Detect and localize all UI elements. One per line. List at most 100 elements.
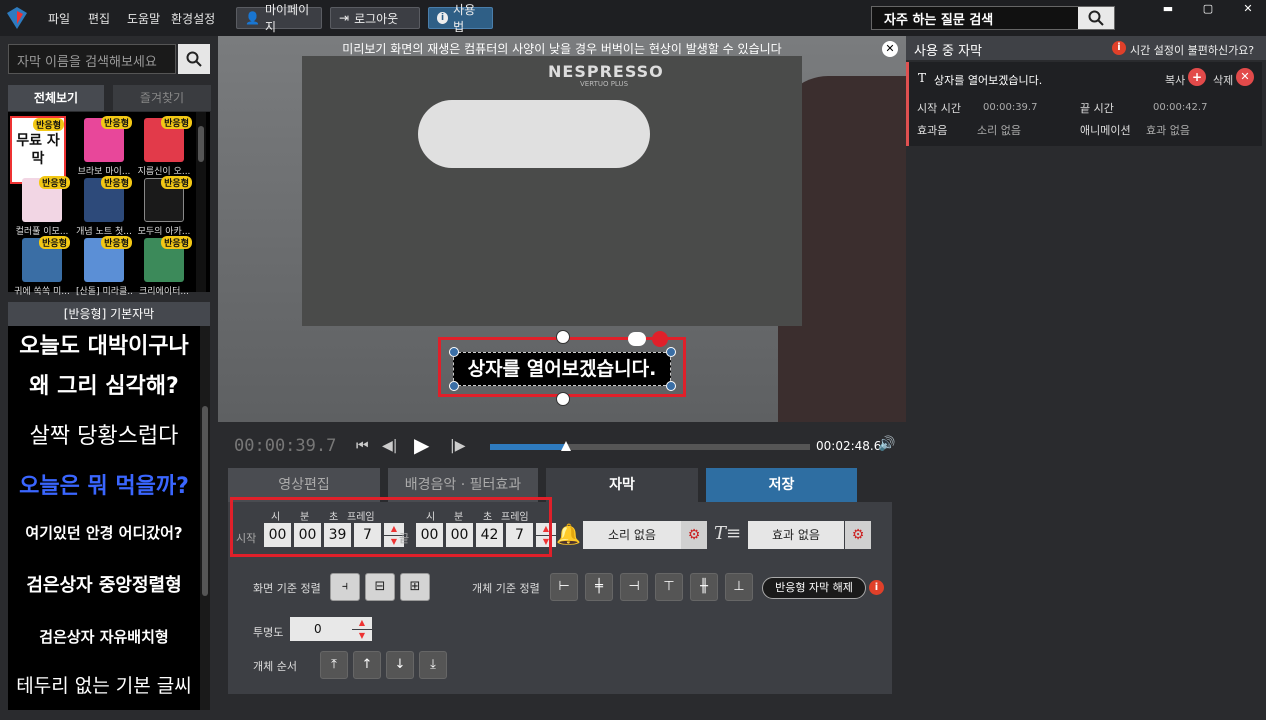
template-thumb[interactable]: 반응형 [산돌] 미라클... [76,236,132,304]
mypage-button[interactable]: 👤 마이페이지 [236,3,322,34]
style-item[interactable]: 살짝 당황스럽다 [8,406,200,462]
close-icon[interactable]: ✕ [882,41,898,57]
info-icon[interactable]: i [1112,41,1126,55]
move-icon[interactable] [556,392,570,406]
template-thumb[interactable]: 반응형 모두의 아카... [136,176,192,244]
tab-subtitle[interactable]: 자막 [546,468,698,502]
right-panel-title: 사용 중 자막 [914,44,983,59]
reactive-badge: 반응형 [33,118,64,131]
style-item[interactable]: 여기있던 안경 어디갔어? [8,504,200,560]
reactive-badge: 반응형 [39,236,70,249]
app-logo-icon [7,7,27,29]
delete-label: 삭제 [1213,74,1234,87]
opacity-label: 투명도 [253,626,284,639]
align-screen-right-button[interactable]: ⊞ [400,573,430,601]
subtitle-preview-text[interactable]: 상자를 열어보겠습니다. [453,352,671,386]
menu-settings[interactable]: 환경설정 [171,10,215,27]
template-thumb[interactable]: 반응형 귀에 쏙쏙 미... [14,236,70,304]
maximize-icon[interactable]: ▢ [1190,2,1226,16]
align-screen-left-button[interactable]: ⫞ [330,573,360,601]
style-item[interactable]: 검은상자 중앙정렬형 [8,556,200,612]
align-top-icon[interactable]: ⊤ [655,573,683,601]
subtitle-search-button[interactable] [178,44,210,74]
user-icon: 👤 [245,11,260,25]
style-item[interactable]: 테두리 없는 기본 글씨 [8,656,200,710]
gear-icon[interactable]: ⚙ [845,521,871,549]
gear-icon[interactable]: ⚙ [681,521,707,549]
time-help-link[interactable]: 시간 설정이 불편하신가요? [1130,42,1254,58]
align-vcenter-icon[interactable]: ╫ [690,573,718,601]
template-thumb[interactable]: 반응형 브라보 마이... [76,116,132,184]
effect-select[interactable]: 효과 없음 [748,521,844,549]
resize-handle[interactable] [449,347,459,357]
minimize-icon[interactable]: ▬ [1150,2,1186,16]
step-forward-icon[interactable]: |▶ [450,438,465,454]
reactive-badge: 반응형 [101,176,132,189]
menu-file[interactable]: 파일 [48,10,70,27]
menu-help[interactable]: 도움말 [127,10,160,27]
template-thumb[interactable]: 반응형 지름신이 오... [136,116,192,184]
usage-label: 사용법 [453,3,476,34]
template-thumb[interactable]: 반응형 무료 자막 [10,116,66,184]
logout-label: 로그아웃 [354,11,399,26]
timing-highlight [230,497,552,557]
template-thumb[interactable]: 반응형 크리에이터... [136,236,192,304]
faq-search-button[interactable] [1078,7,1114,29]
logout-button[interactable]: ⇥ 로그아웃 [330,7,420,29]
volume-icon[interactable]: 🔊 [878,436,895,452]
align-hcenter-icon[interactable]: ╪ [585,573,613,601]
bring-forward-icon[interactable]: ↑ [353,651,381,679]
send-backward-icon[interactable]: ↓ [386,651,414,679]
align-bottom-icon[interactable]: ⊥ [725,573,753,601]
style-item[interactable]: 왜 그리 심각해? [8,356,200,412]
step-back-icon[interactable]: ◀| [382,438,397,454]
search-icon [1088,10,1104,26]
text-effect-icon: T≡ [714,523,742,544]
down-icon[interactable]: ▼ [352,629,372,641]
preview-subbrand: VERTUO PLUS [580,80,629,88]
resize-handle[interactable] [666,381,676,391]
usage-button[interactable]: i 사용법 [428,3,493,34]
subtitle-search-input[interactable]: 자막 이름을 검색해보세요 [8,44,176,74]
resize-handle[interactable] [666,347,676,357]
delete-x-icon[interactable]: ✕ [1236,68,1254,86]
bring-to-front-icon[interactable]: ⤒ [320,651,348,679]
template-grid-scrollbar[interactable] [196,112,206,292]
send-to-back-icon[interactable]: ⤓ [419,651,447,679]
start-time-value: 00:00:39.7 [983,102,1038,113]
opacity-input[interactable]: 0 [290,617,352,641]
tab-save[interactable]: 저장 [706,468,857,502]
preview-box [302,56,802,326]
timeline-playhead[interactable] [560,441,571,451]
align-right-icon[interactable]: ⊣ [620,573,648,601]
close-window-icon[interactable]: ✕ [1230,2,1266,16]
style-list-scrollbar[interactable] [200,326,210,710]
preview-brand: NESPRESSO [548,62,664,81]
release-reactive-button[interactable]: 반응형 자막 해제 [762,577,866,599]
reactive-badge: 반응형 [39,176,70,189]
section-title: [반응형] 기본자막 [8,302,210,326]
delete-icon[interactable] [652,331,668,347]
link-icon[interactable] [628,332,646,346]
scrollbar-thumb[interactable] [202,406,208,596]
up-icon[interactable]: ▲ [352,617,372,629]
search-icon [186,51,202,67]
faq-search-input[interactable]: 자주 하는 질문 검색 [872,9,1078,28]
template-thumb[interactable]: 반응형 컬러풀 이모... [14,176,70,244]
copy-plus-icon[interactable]: + [1188,68,1206,86]
opacity-stepper[interactable]: ▲ ▼ [352,617,372,641]
align-screen-center-button[interactable]: ⊟ [365,573,395,601]
info-icon[interactable]: i [869,580,884,595]
rotate-icon[interactable] [556,330,570,344]
play-icon[interactable]: ▶ [414,433,429,457]
skip-start-icon[interactable]: ⏮ [356,438,369,454]
tab-favorites[interactable]: 즐겨찾기 [113,85,211,111]
align-left-icon[interactable]: ⊢ [550,573,578,601]
sound-select[interactable]: 소리 없음 [583,521,681,549]
tab-all[interactable]: 전체보기 [8,85,104,111]
menu-edit[interactable]: 편집 [88,10,110,27]
scrollbar-thumb[interactable] [198,126,204,162]
resize-handle[interactable] [449,381,459,391]
faq-search[interactable]: 자주 하는 질문 검색 [871,6,1115,30]
template-thumb[interactable]: 반응형 개념 노트 첫... [76,176,132,244]
